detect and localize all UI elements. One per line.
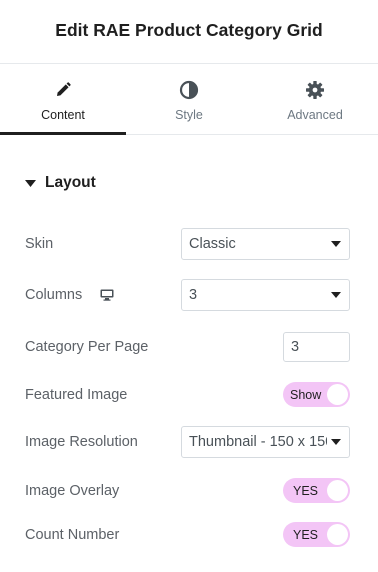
skin-select[interactable]: Classic (181, 228, 350, 260)
toggle-knob (327, 524, 348, 545)
chevron-down-icon (331, 241, 341, 247)
pencil-icon (52, 79, 74, 101)
image-overlay-toggle[interactable]: YES (283, 478, 350, 503)
caret-down-icon (25, 177, 37, 189)
count-number-toggle-text: YES (293, 527, 319, 542)
skin-label: Skin (25, 236, 54, 252)
toggle-knob (327, 384, 348, 405)
controls-panel: Layout Skin Classic Columns 3 Category P… (0, 136, 378, 572)
category-per-page-control: Category Per Page 3 (25, 332, 350, 362)
skin-select-value: Classic (189, 236, 236, 252)
featured-image-control: Featured Image Show (25, 382, 350, 407)
half-circle-icon (178, 79, 200, 101)
tab-bar: Content Style Advanced (0, 64, 378, 135)
gear-icon (304, 79, 326, 101)
panel-header: Edit RAE Product Category Grid (0, 0, 378, 64)
image-overlay-control: Image Overlay YES (25, 478, 350, 503)
chevron-down-icon (331, 439, 341, 445)
tab-style[interactable]: Style (126, 64, 252, 134)
columns-label-group: Columns (25, 287, 114, 303)
category-per-page-label: Category Per Page (25, 339, 149, 355)
section-layout-toggle[interactable]: Layout (25, 174, 96, 192)
columns-label: Columns (25, 287, 83, 303)
tab-content-label: Content (41, 108, 85, 122)
tab-advanced-label: Advanced (287, 108, 343, 122)
page-title: Edit RAE Product Category Grid (55, 20, 323, 40)
columns-select-value: 3 (189, 287, 198, 303)
count-number-toggle[interactable]: YES (283, 522, 350, 547)
tab-style-label: Style (175, 108, 203, 122)
image-resolution-select-value: Thumbnail - 150 x 150 (189, 434, 327, 450)
toggle-knob (327, 480, 348, 501)
category-per-page-input[interactable]: 3 (283, 332, 350, 362)
desktop-icon[interactable] (100, 289, 114, 301)
image-overlay-toggle-text: YES (293, 483, 319, 498)
image-resolution-control: Image Resolution Thumbnail - 150 x 150 (25, 426, 350, 458)
tab-advanced[interactable]: Advanced (252, 64, 378, 134)
featured-image-label: Featured Image (25, 386, 128, 403)
image-overlay-label: Image Overlay (25, 482, 120, 499)
section-title: Layout (45, 174, 96, 191)
columns-select[interactable]: 3 (181, 279, 350, 311)
count-number-label: Count Number (25, 526, 120, 543)
featured-image-toggle[interactable]: Show (283, 382, 350, 407)
chevron-down-icon (331, 292, 341, 298)
image-resolution-select[interactable]: Thumbnail - 150 x 150 (181, 426, 350, 458)
columns-control: Columns 3 (25, 279, 350, 311)
featured-image-toggle-text: Show (290, 387, 322, 402)
image-resolution-label: Image Resolution (25, 434, 138, 450)
count-number-control: Count Number YES (25, 522, 350, 547)
tab-content[interactable]: Content (0, 64, 126, 135)
skin-control: Skin Classic (25, 228, 350, 260)
